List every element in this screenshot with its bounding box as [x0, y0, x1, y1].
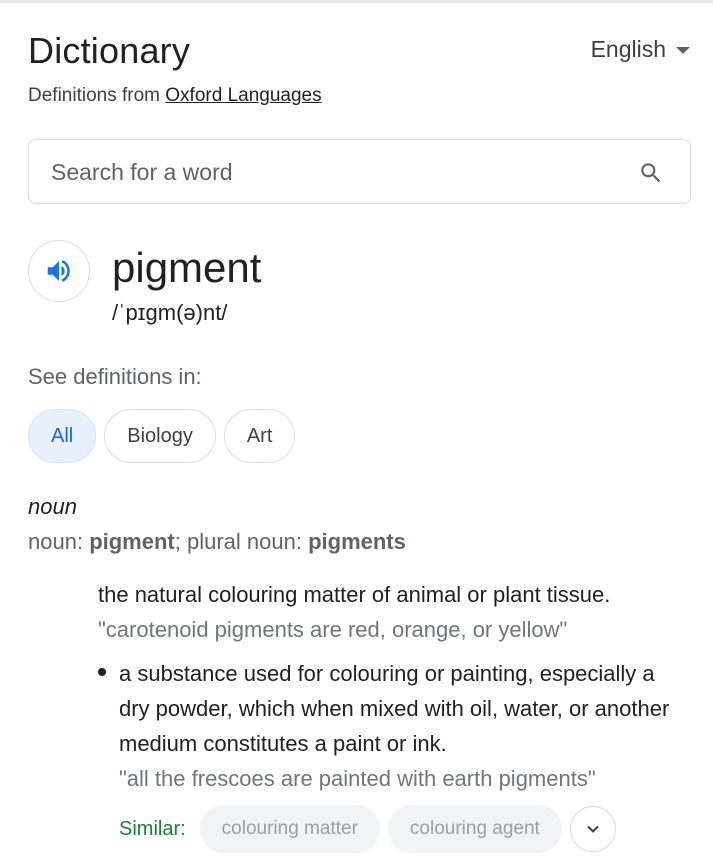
- plural-prefix: ; plural noun:: [174, 529, 302, 554]
- definitions-source: Definitions from Oxford Languages: [28, 85, 322, 107]
- word-forms: noun: pigment; plural noun: pigments: [28, 529, 406, 555]
- speaker-icon: [47, 260, 70, 282]
- similar-label: Similar:: [119, 817, 186, 840]
- chip-biology[interactable]: Biology: [104, 409, 216, 463]
- chevron-down-icon: [587, 825, 599, 833]
- language-selector[interactable]: English: [591, 36, 690, 63]
- similar-words: Similar: colouring matter colouring agen…: [119, 805, 616, 853]
- definition-example: "all the frescoes are painted with earth…: [119, 766, 596, 791]
- search-icon[interactable]: [638, 160, 664, 186]
- pronunciation-button[interactable]: [28, 240, 90, 302]
- caret-down-icon: [676, 47, 690, 54]
- definition-1: the natural colouring matter of animal o…: [98, 577, 698, 647]
- search-box: [28, 139, 691, 204]
- domain-chips: All Biology Art: [28, 409, 296, 463]
- part-of-speech: noun: [28, 494, 77, 519]
- chip-art[interactable]: Art: [223, 409, 296, 463]
- phonetic-spelling: /ˈpɪɡm(ə)nt/: [112, 300, 228, 325]
- source-prefix: Definitions from: [28, 85, 160, 106]
- singular-form: pigment: [89, 529, 175, 554]
- chip-all[interactable]: All: [28, 409, 97, 463]
- headword: pigment: [112, 244, 262, 291]
- forms-prefix: noun:: [28, 529, 84, 554]
- bullet-icon: [98, 668, 106, 676]
- see-definitions-label: See definitions in:: [28, 364, 202, 389]
- definition-text: the natural colouring matter of animal o…: [98, 582, 611, 607]
- definition-example: "carotenoid pigments are red, orange, or…: [98, 617, 568, 642]
- plural-form: pigments: [308, 529, 406, 554]
- search-input[interactable]: [51, 154, 611, 190]
- similar-chip[interactable]: colouring matter: [199, 805, 380, 853]
- card-title: Dictionary: [28, 30, 191, 71]
- dictionary-card: Dictionary English Definitions from Oxfo…: [28, 0, 693, 867]
- oxford-languages-link[interactable]: Oxford Languages: [165, 85, 321, 106]
- definition-text: a substance used for colouring or painti…: [119, 661, 670, 756]
- language-label: English: [590, 36, 666, 62]
- expand-button[interactable]: [569, 806, 616, 852]
- similar-chip[interactable]: colouring agent: [387, 805, 562, 853]
